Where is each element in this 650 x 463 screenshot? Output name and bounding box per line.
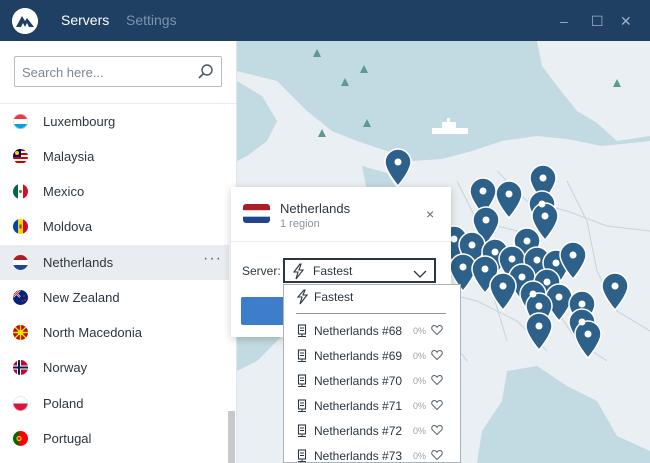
server-icon [297,374,307,393]
luxembourg-flag-icon [13,114,28,129]
server-load: 0% [413,351,427,361]
dropdown-option-fastest[interactable]: Fastest [284,285,460,309]
popup-country-name: Netherlands [280,201,351,216]
server-load: 0% [413,401,427,411]
popup-region-count: 1 region [280,218,320,230]
country-name: Moldova [43,219,93,234]
scandinavia-land [537,41,650,141]
country-item-netherlands[interactable]: Netherlands ··· [0,245,229,280]
sidebar: Search here... Luxembourg Malaysia Mexic… [0,41,237,463]
search-input[interactable]: Search here... [14,56,222,87]
country-item-moldova[interactable]: Moldova [0,209,229,244]
heart-icon[interactable] [431,398,443,416]
sidebar-scrollbar[interactable] [228,411,235,463]
window-close-icon[interactable]: ✕ [620,13,632,30]
heart-icon[interactable] [431,348,443,366]
minimize-icon[interactable]: – [560,13,568,29]
dropdown-option-server[interactable]: Netherlands #72 0% [284,419,460,444]
dropdown-option-server[interactable]: Netherlands #68 0% [284,319,460,344]
moldova-flag-icon [13,219,28,234]
server-load: 0% [413,376,427,386]
server-name: Netherlands #73 [314,449,403,463]
heart-icon[interactable] [431,448,443,462]
server-icon [297,399,307,418]
country-item-new-zealand[interactable]: New Zealand [0,280,229,315]
server-icon [297,324,307,343]
server-load: 0% [413,326,427,336]
poland-flag-icon [13,396,28,411]
top-bar: Servers Settings – ☐ ✕ [0,0,650,41]
new-zealand-flag-icon [13,290,28,305]
country-item-north-macedonia[interactable]: North Macedonia [0,315,229,350]
netherlands-flag-icon [243,204,270,223]
server-name: Netherlands #71 [314,399,403,413]
dropdown-option-server[interactable]: Netherlands #69 0% [284,344,460,369]
server-icon [297,424,307,443]
dropdown-option-server[interactable]: Netherlands #70 0% [284,369,460,394]
connect-button[interactable] [241,297,287,325]
more-options-icon[interactable]: ··· [203,250,222,268]
server-name: Netherlands #69 [314,349,403,363]
popup-close-icon[interactable]: × [426,206,434,222]
country-name: Norway [43,360,88,375]
option-label: Fastest [314,290,354,304]
tab-servers[interactable]: Servers [61,12,109,28]
server-load: 0% [413,426,427,436]
country-item-poland[interactable]: Poland [0,386,229,421]
north-macedonia-flag-icon [13,325,28,340]
country-name: New Zealand [43,290,120,305]
country-name: Portugal [43,431,92,446]
country-item-mexico[interactable]: Mexico [0,174,229,209]
heart-icon[interactable] [431,323,443,341]
search-icon[interactable] [197,63,214,85]
server-dropdown: Fastest Netherlands #68 0% Netherlands #… [283,284,461,463]
country-name: North Macedonia [43,325,142,340]
country-name: Luxembourg [43,114,116,129]
dropdown-option-server[interactable]: Netherlands #71 0% [284,394,460,419]
maximize-icon[interactable]: ☐ [591,13,604,30]
nordvpn-logo-icon[interactable] [12,8,38,34]
norway-flag-icon [13,360,28,375]
server-select[interactable]: Fastest [283,258,436,283]
country-item-portugal[interactable]: Portugal [0,421,229,456]
popup-divider [231,241,451,242]
malaysia-flag-icon [13,149,28,164]
heart-icon[interactable] [431,423,443,441]
country-item-norway[interactable]: Norway [0,350,229,385]
search-placeholder: Search here... [22,65,104,80]
selected-server: Fastest [313,264,353,278]
netherlands-flag-icon [13,255,28,270]
bolt-icon [296,289,309,310]
portugal-flag-icon [13,431,28,446]
country-name: Netherlands [43,255,114,270]
server-name: Netherlands #68 [314,324,403,338]
country-name: Malaysia [43,149,95,164]
server-label: Server: [242,264,281,278]
dropdown-option-server[interactable]: Netherlands #73 0% [284,444,460,463]
tab-settings[interactable]: Settings [126,12,177,28]
mexico-flag-icon [13,184,28,199]
country-item-malaysia[interactable]: Malaysia [0,139,229,174]
bolt-icon [291,263,305,285]
country-item-luxembourg[interactable]: Luxembourg [0,104,229,139]
server-name: Netherlands #72 [314,424,403,438]
chevron-down-icon [413,266,427,284]
dropdown-divider [296,313,446,314]
country-name: Poland [43,396,84,411]
server-name: Netherlands #70 [314,374,403,388]
server-load: 0% [413,451,427,461]
country-name: Mexico [43,184,85,199]
ship-icon [432,118,468,134]
server-icon [297,349,307,368]
heart-icon[interactable] [431,373,443,391]
server-icon [297,449,307,462]
